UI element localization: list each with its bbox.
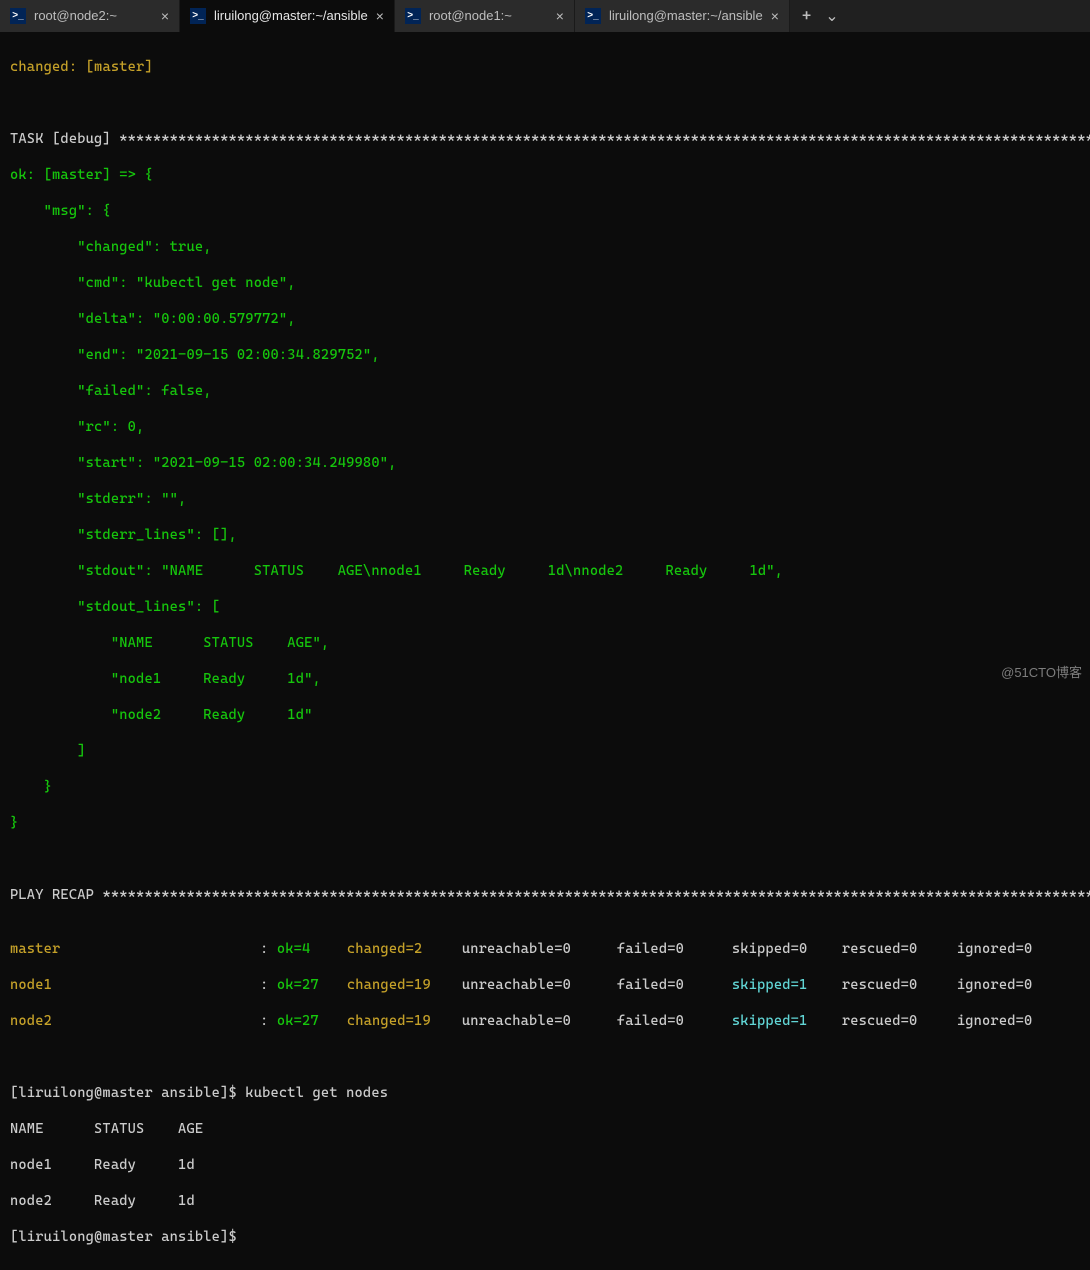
- shell-prompt-idle[interactable]: [liruilong@master ansible]$: [10, 1228, 1080, 1246]
- recap-host: master: [10, 940, 260, 958]
- recap-changed: changed=19: [347, 1012, 462, 1030]
- msg-failed: "failed": false,: [10, 382, 1080, 400]
- tab-node1[interactable]: >_ root@node1:~ ×: [395, 0, 575, 32]
- tab-title: root@node2:~: [34, 7, 117, 25]
- msg-outer-close: }: [10, 814, 1080, 832]
- tab-title: liruilong@master:~/ansible: [609, 7, 763, 25]
- msg-stdout: "stdout": "NAME STATUS AGE\nnode1 Ready …: [10, 562, 1080, 580]
- powershell-icon: >_: [405, 8, 421, 24]
- recap-skipped: skipped=1: [732, 976, 842, 994]
- recap-unreachable: unreachable=0: [462, 976, 617, 994]
- msg-rc: "rc": 0,: [10, 418, 1080, 436]
- recap-rescued: rescued=0: [842, 940, 957, 958]
- recap-failed: failed=0: [617, 940, 732, 958]
- close-icon[interactable]: ×: [771, 9, 779, 23]
- tab-dropdown-button[interactable]: ⌄: [825, 7, 838, 25]
- shell-prompt-kubectl: [liruilong@master ansible]$ kubectl get …: [10, 1084, 1080, 1102]
- tab-node2[interactable]: >_ root@node2:~ ×: [0, 0, 180, 32]
- close-icon[interactable]: ×: [556, 9, 564, 23]
- recap-ok: ok=4: [277, 940, 347, 958]
- recap-rescued: rescued=0: [842, 1012, 957, 1030]
- recap-stars: ****************************************…: [102, 887, 1090, 903]
- recap-host: node1: [10, 976, 260, 994]
- msg-stdout-line3: "node2 Ready 1d": [10, 706, 1080, 724]
- recap-failed: failed=0: [617, 976, 732, 994]
- recap-skipped: skipped=0: [732, 940, 842, 958]
- ok-label: ok:: [10, 167, 44, 183]
- msg-close: }: [10, 778, 1080, 796]
- new-tab-button[interactable]: +: [802, 7, 811, 25]
- powershell-icon: >_: [190, 8, 206, 24]
- msg-stderr: "stderr": "",: [10, 490, 1080, 508]
- msg-stdout-line2: "node1 Ready 1d",: [10, 670, 1080, 688]
- recap-ok: ok=27: [277, 1012, 347, 1030]
- ok-host: [master]: [44, 167, 111, 183]
- msg-end: "end": "2021-09-15 02:00:34.829752",: [10, 346, 1080, 364]
- msg-open: "msg": {: [10, 202, 1080, 220]
- msg-cmd: "cmd": "kubectl get node",: [10, 274, 1080, 292]
- tab-bar: >_ root@node2:~ × >_ liruilong@master:~/…: [0, 0, 1090, 32]
- powershell-icon: >_: [585, 8, 601, 24]
- tab-master-ansible[interactable]: >_ liruilong@master:~/ansible ×: [575, 0, 790, 32]
- terminal-output[interactable]: changed: [master] TASK [debug] *********…: [0, 32, 1090, 1270]
- recap-skipped: skipped=1: [732, 1012, 842, 1030]
- recap-rescued: rescued=0: [842, 976, 957, 994]
- msg-stderr-lines: "stderr_lines": [],: [10, 526, 1080, 544]
- msg-changed: "changed": true,: [10, 238, 1080, 256]
- recap-ok: ok=27: [277, 976, 347, 994]
- recap-row-node2: node2: ok=27 changed=19 unreachable=0 fa…: [10, 1012, 1080, 1030]
- recap-ignored: ignored=0: [957, 1012, 1033, 1030]
- msg-delta: "delta": "0:00:00.579772",: [10, 310, 1080, 328]
- task-label: TASK [debug]: [10, 131, 119, 147]
- tab-master-ansible-active[interactable]: >_ liruilong@master:~/ansible ×: [180, 0, 395, 32]
- msg-stdout-lines-close: ]: [10, 742, 1080, 760]
- tab-controls: + ⌄: [790, 7, 851, 25]
- msg-start: "start": "2021-09-15 02:00:34.249980",: [10, 454, 1080, 472]
- recap-ignored: ignored=0: [957, 940, 1033, 958]
- recap-failed: failed=0: [617, 1012, 732, 1030]
- tab-title: root@node1:~: [429, 7, 512, 25]
- recap-host: node2: [10, 1012, 260, 1030]
- recap-row-node1: node1: ok=27 changed=19 unreachable=0 fa…: [10, 976, 1080, 994]
- ok-arrow: => {: [111, 167, 153, 183]
- changed-host: [master]: [86, 59, 153, 75]
- recap-unreachable: unreachable=0: [462, 940, 617, 958]
- close-icon[interactable]: ×: [161, 9, 169, 23]
- watermark: @51CTO博客: [1001, 664, 1082, 682]
- recap-ignored: ignored=0: [957, 976, 1033, 994]
- recap-changed: changed=19: [347, 976, 462, 994]
- kubectl-row-node2: node2 Ready 1d: [10, 1192, 1080, 1210]
- close-icon[interactable]: ×: [376, 9, 384, 23]
- kubectl-row-node1: node1 Ready 1d: [10, 1156, 1080, 1174]
- task-stars: ****************************************…: [119, 131, 1090, 147]
- tab-title: liruilong@master:~/ansible: [214, 7, 368, 25]
- powershell-icon: >_: [10, 8, 26, 24]
- recap-row-master: master: ok=4 changed=2 unreachable=0 fai…: [10, 940, 1080, 958]
- changed-label: changed:: [10, 59, 86, 75]
- recap-label: PLAY RECAP: [10, 887, 102, 903]
- kubectl-header: NAME STATUS AGE: [10, 1120, 1080, 1138]
- msg-stdout-lines-open: "stdout_lines": [: [10, 598, 1080, 616]
- recap-changed: changed=2: [347, 940, 462, 958]
- recap-unreachable: unreachable=0: [462, 1012, 617, 1030]
- msg-stdout-line1: "NAME STATUS AGE",: [10, 634, 1080, 652]
